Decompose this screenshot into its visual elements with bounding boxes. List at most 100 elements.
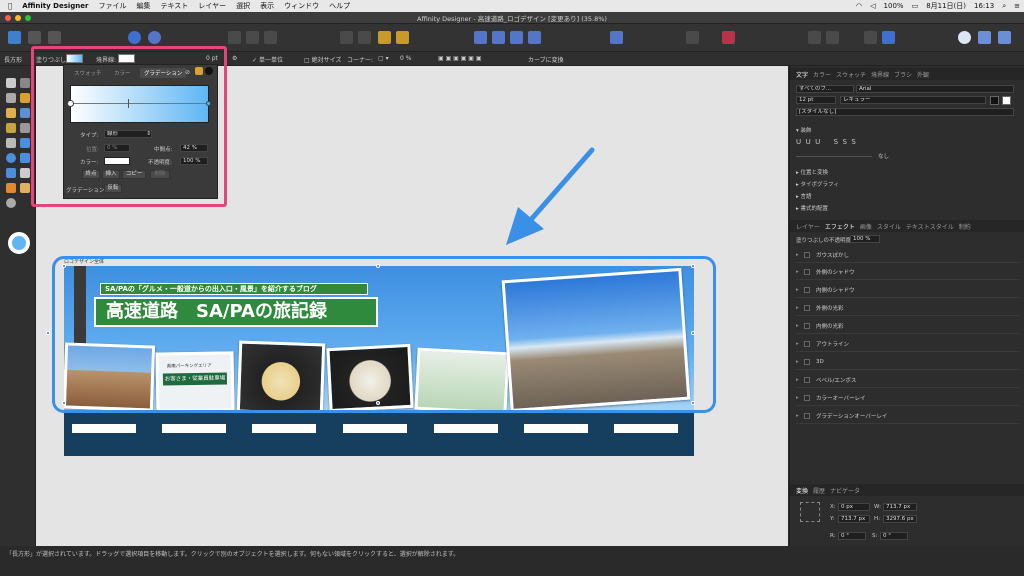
tab-navigator[interactable]: ナビゲータ xyxy=(830,486,860,495)
section-language[interactable]: ▸ 言語 xyxy=(796,192,812,200)
search-icon[interactable]: ⌕ xyxy=(1002,2,1006,11)
user-icon[interactable] xyxy=(958,31,971,44)
hand-tool-icon[interactable] xyxy=(20,183,30,193)
rotate-left-icon[interactable] xyxy=(510,31,523,44)
effect-gradient-overlay[interactable]: ▸ グラデーションオーバーレイ xyxy=(796,408,1019,424)
selection-handle[interactable] xyxy=(376,264,380,268)
tab-appearance[interactable]: 外観 xyxy=(917,70,929,79)
effect-outer-shadow[interactable]: ▸ 外側のシャドウ xyxy=(796,264,1019,280)
menubar-time[interactable]: 16:13 xyxy=(974,2,994,10)
corner-options-icon[interactable]: ▣ ▣ ▣ ▣ ▣ ▣ xyxy=(438,55,482,62)
effect-checkbox[interactable] xyxy=(804,322,810,329)
color-wheel-icon[interactable] xyxy=(8,232,30,254)
insert-top-icon[interactable] xyxy=(826,31,839,44)
minimize-window-button[interactable] xyxy=(15,15,21,21)
tab-constraints[interactable]: 制約 xyxy=(959,222,971,231)
rounded-rect-tool-icon[interactable] xyxy=(20,153,30,163)
insert-behind-icon[interactable] xyxy=(808,31,821,44)
effect-checkbox[interactable] xyxy=(804,412,810,419)
effect-inner-shadow[interactable]: ▸ 内側のシャドウ xyxy=(796,282,1019,298)
font-collection-dropdown[interactable]: すべてのフ... xyxy=(796,85,854,93)
convert-to-curves-button[interactable]: カーブに変換 xyxy=(528,55,564,64)
h-field[interactable]: 3297.6 px xyxy=(883,515,917,523)
pen-tool-icon[interactable] xyxy=(6,93,16,103)
volume-icon[interactable]: ◁ xyxy=(870,2,875,10)
tab-stroke[interactable]: 境界線 xyxy=(871,70,889,79)
anchor-point-grid-icon[interactable] xyxy=(800,502,820,522)
menu-window[interactable]: ウィンドウ xyxy=(284,1,319,11)
selection-handle[interactable] xyxy=(46,331,50,335)
menu-file[interactable]: ファイル xyxy=(98,1,126,11)
snap-grid-icon[interactable] xyxy=(228,31,241,44)
snap-toggle-icon[interactable] xyxy=(264,31,277,44)
pixel-persona-icon[interactable] xyxy=(28,31,41,44)
menubar-date[interactable]: 8月11日(日) xyxy=(926,1,966,11)
font-family-dropdown[interactable]: Arial xyxy=(856,85,1014,93)
boolean-add-icon[interactable] xyxy=(340,31,353,44)
node-tool-icon[interactable] xyxy=(20,78,30,88)
designer-persona-icon[interactable] xyxy=(8,31,21,44)
rotate-right-icon[interactable] xyxy=(528,31,541,44)
selection-handle[interactable] xyxy=(691,401,695,405)
transparency-tool-icon[interactable] xyxy=(6,123,16,133)
menu-edit[interactable]: 編集 xyxy=(136,1,150,11)
menu-select[interactable]: 選択 xyxy=(236,1,250,11)
decoration-header[interactable]: ▾ 装飾 xyxy=(796,126,812,134)
crop-tool-icon[interactable] xyxy=(6,138,16,148)
snap-bounds-icon[interactable] xyxy=(246,31,259,44)
effect-checkbox[interactable] xyxy=(804,268,810,275)
document-setup-icon[interactable] xyxy=(128,31,141,44)
eyedropper-icon[interactable] xyxy=(6,183,16,193)
menu-layer[interactable]: レイヤー xyxy=(198,1,226,11)
magnet-icon[interactable] xyxy=(722,31,735,44)
tab-swatches[interactable]: スウォッチ xyxy=(836,70,866,79)
tab-color[interactable]: カラー xyxy=(813,70,831,79)
battery-icon[interactable]: ▭ xyxy=(912,2,919,10)
w-field[interactable]: 713.7 px xyxy=(883,503,917,511)
tab-brushes[interactable]: ブラシ xyxy=(894,70,912,79)
snapping-icon[interactable] xyxy=(686,31,699,44)
font-style-dropdown[interactable]: レギュラー xyxy=(840,96,986,104)
effect-3d[interactable]: ▸ 3D xyxy=(796,354,1019,370)
menu-list-icon[interactable]: ≡ xyxy=(1014,2,1020,10)
selection-handle[interactable] xyxy=(376,401,380,405)
insert-front-icon[interactable] xyxy=(882,31,895,44)
s-field[interactable]: 0 ° xyxy=(880,532,908,540)
preferences-icon[interactable] xyxy=(148,31,161,44)
tab-text-styles[interactable]: テキストスタイル xyxy=(906,222,954,231)
effect-color-overlay[interactable]: ▸ カラーオーバーレイ xyxy=(796,390,1019,406)
selection-handle[interactable] xyxy=(691,264,695,268)
text-tool-icon[interactable] xyxy=(20,168,30,178)
wifi-icon[interactable]: ◠ xyxy=(856,2,862,10)
y-field[interactable]: 713.7 px xyxy=(838,515,870,523)
menu-text[interactable]: テキスト xyxy=(160,1,188,11)
flip-vertical-icon[interactable] xyxy=(492,31,505,44)
effect-checkbox[interactable] xyxy=(804,304,810,311)
font-size-field[interactable]: 12 pt xyxy=(796,96,836,104)
effect-bevel-emboss[interactable]: ▸ ベベル/エンボス xyxy=(796,372,1019,388)
menu-view[interactable]: 表示 xyxy=(260,1,274,11)
tab-history[interactable]: 履歴 xyxy=(813,486,825,495)
app-menu[interactable]: Affinity Designer xyxy=(22,2,88,10)
effect-outer-glow[interactable]: ▸ 外側の光彩 xyxy=(796,300,1019,316)
effect-checkbox[interactable] xyxy=(804,358,810,365)
effect-checkbox[interactable] xyxy=(804,394,810,401)
boolean-subtract-icon[interactable] xyxy=(358,31,371,44)
arrange-front-icon[interactable] xyxy=(396,31,409,44)
zoom-window-button[interactable] xyxy=(25,15,31,21)
zoom-tool-icon[interactable] xyxy=(6,198,16,208)
share-icon[interactable] xyxy=(998,31,1011,44)
color-picker-icon[interactable] xyxy=(20,123,30,133)
export-persona-icon[interactable] xyxy=(48,31,61,44)
road-graphic[interactable] xyxy=(64,412,694,456)
close-window-button[interactable] xyxy=(5,15,11,21)
tab-transform[interactable]: 変換 xyxy=(796,486,808,495)
effect-inner-glow[interactable]: ▸ 内側の光彩 xyxy=(796,318,1019,334)
fill-opacity-field[interactable]: 100 % xyxy=(850,235,880,243)
section-typography[interactable]: ▸ タイポグラフィ xyxy=(796,180,839,188)
flip-horizontal-icon[interactable] xyxy=(474,31,487,44)
underline-buttons[interactable]: U U U S S S xyxy=(796,138,856,146)
tab-effects[interactable]: エフェクト xyxy=(825,222,855,231)
x-field[interactable]: 0 px xyxy=(838,503,870,511)
insert-inside-icon[interactable] xyxy=(864,31,877,44)
